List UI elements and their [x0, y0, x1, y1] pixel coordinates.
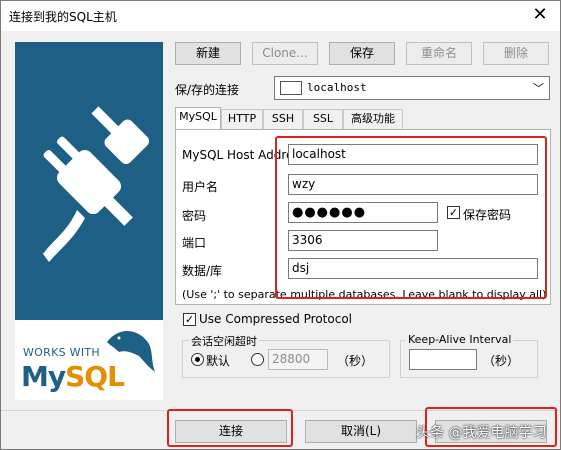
username-input[interactable]: wzy [288, 174, 538, 195]
keepalive-seconds-label: （秒） [483, 354, 520, 368]
mysql-my: My [21, 360, 66, 393]
window-title: 连接到我的SQL主机 [9, 10, 117, 24]
password-label: 密码 [182, 209, 207, 223]
connect-button[interactable]: 连接 [175, 420, 287, 443]
keepalive-label: Keep-Alive Interval [406, 333, 514, 346]
password-input[interactable]: ●●●●●● [288, 202, 438, 223]
save-button[interactable]: 保存 [329, 42, 395, 65]
compressed-protocol-label: Use Compressed Protocol [199, 312, 352, 326]
title-bar: 连接到我的SQL主机 ✕ [1, 1, 560, 31]
mysql-sql: SQL [65, 360, 125, 393]
host-input[interactable]: localhost [288, 144, 538, 165]
footer-divider [1, 410, 560, 411]
plug-logo-panel [15, 42, 163, 320]
cancel-button[interactable]: 取消(L) [305, 420, 417, 443]
compressed-protocol-checkbox[interactable]: ✓ [183, 313, 196, 326]
works-with-text: WORKS WITH [23, 346, 100, 359]
tab-strip: MySQL HTTP SSH SSL 高级功能 [175, 107, 551, 130]
database-label: 数据/库 [182, 264, 223, 278]
new-button[interactable]: 新建 [175, 42, 241, 65]
tab-http[interactable]: HTTP [221, 109, 263, 129]
rename-button[interactable]: 重命名 [406, 42, 472, 65]
username-label: 用户名 [182, 180, 219, 194]
default-timeout-radio[interactable] [191, 353, 204, 366]
saved-connection-select[interactable]: localhost ﹀ [274, 76, 550, 100]
database-input[interactable]: dsj [288, 258, 538, 279]
saved-connection-label: 保/存的连接 [175, 83, 240, 97]
tab-ssl[interactable]: SSL [303, 109, 343, 129]
port-label: 端口 [182, 236, 207, 250]
delete-button[interactable]: 删除 [483, 42, 549, 65]
dialog-window: 连接到我的SQL主机 ✕ WORKS WITH MySQL 新建 Clone..… [0, 0, 561, 450]
saved-connection-value: localhost [307, 81, 367, 94]
port-input[interactable]: 3306 [288, 230, 438, 251]
chevron-down-icon: ﹀ [533, 82, 544, 95]
color-swatch [280, 81, 302, 95]
database-hint: (Use ';' to separate multiple databases.… [182, 288, 547, 301]
tab-mysql[interactable]: MySQL [175, 107, 221, 130]
works-with-mysql-logo: WORKS WITH MySQL [15, 320, 163, 400]
keepalive-input[interactable] [409, 349, 477, 370]
custom-timeout-radio[interactable] [251, 353, 264, 366]
timeout-seconds-label: （秒） [337, 354, 374, 368]
clone-button[interactable]: Clone... [252, 42, 318, 65]
tab-advanced[interactable]: 高级功能 [343, 109, 403, 129]
watermark-text: 头条 @我爱电脑学习 [416, 425, 547, 441]
mysql-wordmark: MySQL [21, 360, 125, 393]
default-timeout-label: 默认 [206, 354, 231, 368]
plug-icon [43, 106, 150, 262]
tab-ssh[interactable]: SSH [263, 109, 303, 129]
save-password-checkbox[interactable]: ✓ [447, 206, 460, 219]
session-timeout-label: 会话空闲超时 [189, 333, 259, 349]
save-password-label: 保存密码 [463, 208, 512, 222]
timeout-input[interactable]: 28800 [268, 349, 328, 370]
close-icon[interactable]: ✕ [528, 4, 552, 28]
